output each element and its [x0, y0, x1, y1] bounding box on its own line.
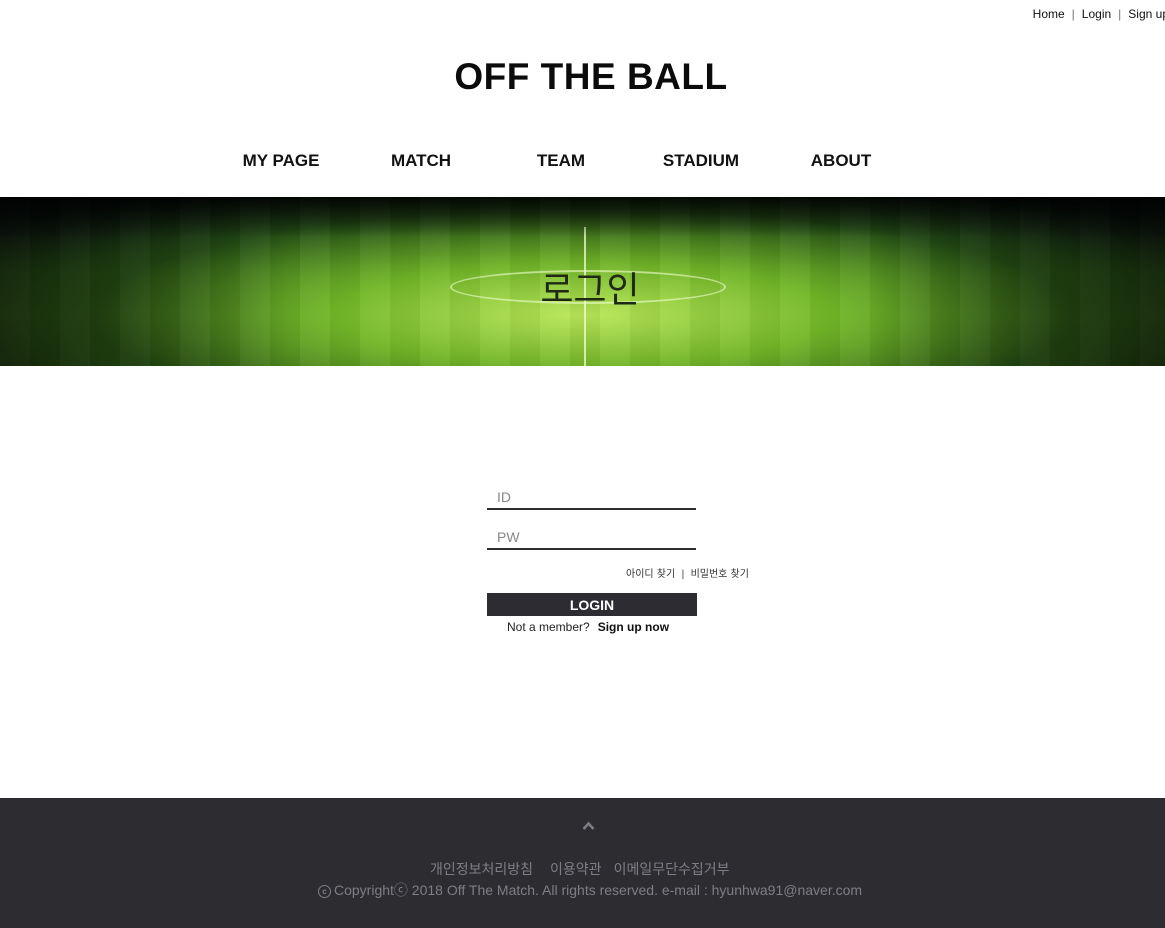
password-input[interactable] [487, 525, 696, 550]
find-password-link[interactable]: 비밀번호 찾기 [691, 569, 749, 580]
home-link[interactable]: Home [1033, 7, 1065, 21]
separator: | [1071, 7, 1075, 21]
find-id-link[interactable]: 아이디 찾기 [626, 569, 675, 580]
copyright-text: Copyrightⓒ 2018 Off The Match. All right… [334, 882, 863, 898]
id-input[interactable] [487, 485, 696, 510]
login-link[interactable]: Login [1082, 7, 1111, 21]
email-refusal-link[interactable]: 이메일무단수집거부 [614, 862, 730, 878]
copyright: c Copyrightⓒ 2018 Off The Match. All righ… [318, 880, 862, 900]
separator: | [681, 569, 685, 580]
chevron-up-icon[interactable] [582, 820, 595, 832]
not-member-text: Not a member? [507, 620, 590, 634]
nav-item-my-page[interactable]: MY PAGE [243, 151, 320, 171]
nav-item-team[interactable]: TEAM [537, 151, 585, 171]
main-nav: MY PAGE MATCH TEAM STADIUM ABOUT [0, 151, 1165, 173]
separator: | [1118, 7, 1122, 21]
hero-banner: 로그인 [0, 197, 1165, 366]
nav-item-match[interactable]: MATCH [391, 151, 451, 171]
nav-item-about[interactable]: ABOUT [811, 151, 871, 171]
signup-prompt: Not a member? Sign up now [507, 620, 669, 634]
signup-link[interactable]: Sign up [1128, 7, 1165, 21]
privacy-policy-link[interactable]: 개인정보처리방침 [430, 862, 533, 878]
page-title: 로그인 [540, 270, 640, 311]
signup-now-link[interactable]: Sign up now [598, 620, 669, 634]
utility-nav: Home | Login | Sign up [1033, 7, 1165, 21]
footer: 개인정보처리방침 이용약관 이메일무단수집거부 c Copyrightⓒ 2018 O… [0, 798, 1165, 928]
login-button[interactable]: LOGIN [487, 593, 697, 616]
terms-link[interactable]: 이용약관 [550, 862, 602, 878]
find-account-links: 아이디 찾기 | 비밀번호 찾기 [626, 565, 749, 580]
footer-links: 개인정보처리방침 이용약관 이메일무단수집거부 [430, 859, 730, 879]
site-logo[interactable]: OFF THE BALL [0, 56, 1165, 98]
copyright-icon: c [318, 885, 331, 898]
nav-item-stadium[interactable]: STADIUM [663, 151, 739, 171]
